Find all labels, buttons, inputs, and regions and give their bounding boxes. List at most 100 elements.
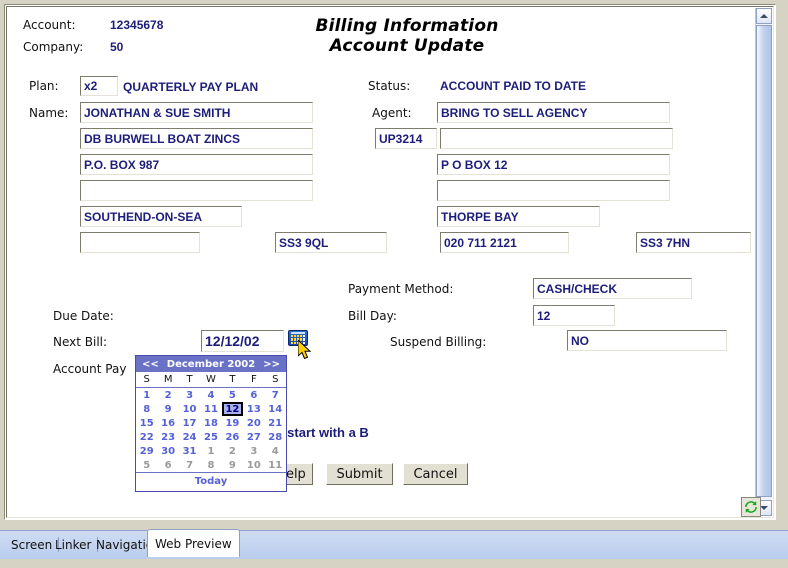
left-address-line-3-input[interactable] bbox=[80, 180, 313, 201]
name-label: Name: bbox=[29, 106, 69, 120]
status-value: ACCOUNT PAID TO DATE bbox=[440, 79, 586, 93]
calendar-day[interactable]: 13 bbox=[243, 402, 264, 416]
calendar-day[interactable]: 23 bbox=[157, 430, 178, 444]
calendar-week-row: 29 30 31 1 2 3 4 bbox=[136, 444, 286, 458]
calendar-day[interactable]: 2 bbox=[157, 388, 178, 403]
calendar-day[interactable]: 25 bbox=[200, 430, 221, 444]
calendar-day[interactable]: 8 bbox=[136, 402, 157, 416]
calendar-day[interactable]: 10 bbox=[179, 402, 200, 416]
calendar-day[interactable]: 24 bbox=[179, 430, 200, 444]
calendar-day[interactable]: 5 bbox=[136, 458, 157, 472]
right-postcode-value: SS3 7HN bbox=[640, 235, 691, 250]
calendar-day[interactable]: 15 bbox=[136, 416, 157, 430]
web-preview-pane: Account: 12345678 Company: 50 Billing In… bbox=[4, 4, 776, 520]
calendar-weekday-6: S bbox=[272, 373, 279, 385]
refresh-button[interactable] bbox=[741, 497, 761, 517]
tab-web-preview[interactable]: Web Preview bbox=[147, 529, 240, 557]
payment-method-input[interactable]: CASH/CHECK bbox=[533, 278, 692, 299]
cancel-button-label: Cancel bbox=[413, 466, 458, 482]
calendar-popup[interactable]: << December 2002 >> SMTWTFS 1 2 3 4 5 6 7 8 9 10 1… bbox=[135, 355, 287, 492]
bill-day-input[interactable]: 12 bbox=[533, 305, 615, 326]
plan-code-value: x2 bbox=[84, 79, 98, 93]
account-label: Account: bbox=[23, 18, 76, 32]
right-address-line-1-input[interactable] bbox=[440, 128, 673, 149]
calendar-day[interactable]: 14 bbox=[265, 402, 286, 416]
plan-description: QUARTERLY PAY PLAN bbox=[123, 80, 259, 94]
plan-code-input[interactable]: x2 bbox=[80, 76, 118, 96]
right-phone-input[interactable]: 020 711 2121 bbox=[440, 232, 569, 253]
calendar-day-rows: 1 2 3 4 5 6 7 8 9 10 11 12 13 14 15 16 17 18 19 20 21 22 23 24 2… bbox=[136, 388, 286, 473]
calendar-day[interactable]: 28 bbox=[265, 430, 286, 444]
right-address-line-2-input[interactable]: P O BOX 12 bbox=[437, 154, 670, 175]
suspend-billing-label: Suspend Billing: bbox=[390, 335, 487, 349]
calendar-grid: SMTWTFS 1 2 3 4 5 6 7 8 9 10 11 12 13 14 15 16 17 18 19 20 2… bbox=[136, 372, 286, 472]
right-address-line-2-value: P O BOX 12 bbox=[441, 157, 508, 172]
left-postcode-value: SS3 9QL bbox=[279, 235, 329, 250]
calendar-day[interactable]: 3 bbox=[243, 444, 264, 458]
name-input[interactable]: JONATHAN & SUE SMITH bbox=[80, 102, 313, 123]
mouse-cursor-icon bbox=[298, 340, 312, 360]
calendar-day[interactable]: 17 bbox=[179, 416, 200, 430]
cancel-button[interactable]: Cancel bbox=[403, 463, 468, 485]
calendar-day[interactable]: 18 bbox=[200, 416, 221, 430]
calendar-day[interactable]: 9 bbox=[222, 458, 243, 472]
calendar-next-month-button[interactable]: >> bbox=[263, 359, 280, 370]
right-postcode-input[interactable]: SS3 7HN bbox=[636, 232, 751, 253]
agent-code-input[interactable]: UP3214 bbox=[375, 128, 437, 149]
due-date-label: Due Date: bbox=[53, 309, 114, 323]
tab-web-preview-label: Web Preview bbox=[155, 536, 232, 551]
calendar-day[interactable]: 29 bbox=[136, 444, 157, 458]
calendar-day[interactable]: 1 bbox=[200, 444, 221, 458]
calendar-day[interactable]: 16 bbox=[157, 416, 178, 430]
left-county-input[interactable] bbox=[80, 232, 200, 253]
calendar-day[interactable]: 7 bbox=[179, 458, 200, 472]
calendar-weekday-row: SMTWTFS bbox=[136, 372, 286, 388]
calendar-prev-month-button[interactable]: << bbox=[142, 359, 159, 370]
calendar-day[interactable]: 4 bbox=[200, 388, 221, 403]
calendar-day[interactable]: 9 bbox=[157, 402, 178, 416]
calendar-day[interactable]: 2 bbox=[222, 444, 243, 458]
left-postcode-input[interactable]: SS3 9QL bbox=[275, 232, 387, 253]
calendar-week-row: 1234567 bbox=[136, 388, 286, 403]
calendar-day[interactable]: 10 bbox=[243, 458, 264, 472]
right-address-line-3-input[interactable] bbox=[437, 180, 670, 201]
calendar-day[interactable]: 20 bbox=[243, 416, 264, 430]
calendar-day[interactable]: 26 bbox=[222, 430, 243, 444]
calendar-today-button[interactable]: Today bbox=[136, 472, 286, 491]
calendar-day[interactable]: 6 bbox=[243, 388, 264, 403]
calendar-day[interactable]: 5 bbox=[222, 388, 243, 403]
submit-button[interactable]: Submit bbox=[326, 463, 393, 485]
calendar-day[interactable]: 30 bbox=[157, 444, 178, 458]
calendar-weekday-1: M bbox=[163, 373, 173, 385]
calendar-day[interactable]: 1 bbox=[136, 388, 157, 403]
agent-input[interactable]: BRING TO SELL AGENCY bbox=[437, 102, 670, 123]
scrollbar-thumb[interactable] bbox=[756, 25, 772, 497]
calendar-day[interactable]: 6 bbox=[157, 458, 178, 472]
calendar-day[interactable]: 7 bbox=[265, 388, 286, 403]
calendar-day-selected[interactable]: 12 bbox=[221, 402, 244, 416]
bill-day-label: Bill Day: bbox=[348, 309, 397, 323]
next-bill-input[interactable]: 12/12/02 bbox=[201, 330, 284, 352]
left-address-line-2-input[interactable]: P.O. BOX 987 bbox=[80, 154, 313, 175]
left-city-input[interactable]: SOUTHEND-ON-SEA bbox=[80, 206, 242, 227]
calendar-day[interactable]: 11 bbox=[200, 402, 221, 416]
scroll-up-arrow-icon bbox=[760, 14, 768, 18]
calendar-day[interactable]: 22 bbox=[136, 430, 157, 444]
calendar-day[interactable]: 21 bbox=[265, 416, 286, 430]
calendar-day[interactable]: 19 bbox=[222, 416, 243, 430]
suspend-billing-value: NO bbox=[571, 333, 589, 348]
calendar-day[interactable]: 27 bbox=[243, 430, 264, 444]
scroll-up-button[interactable] bbox=[756, 8, 772, 24]
vertical-scrollbar[interactable] bbox=[755, 8, 772, 516]
calendar-day[interactable]: 31 bbox=[179, 444, 200, 458]
left-address-line-1-input[interactable]: DB BURWELL BOAT ZINCS bbox=[80, 128, 313, 149]
suspend-billing-input[interactable]: NO bbox=[567, 330, 727, 351]
calendar-day[interactable]: 8 bbox=[200, 458, 221, 472]
next-bill-label: Next Bill: bbox=[53, 335, 108, 349]
calendar-day[interactable]: 11 bbox=[265, 458, 286, 472]
calendar-day[interactable]: 3 bbox=[179, 388, 200, 403]
calendar-day[interactable]: 4 bbox=[265, 444, 286, 458]
page-title-line2: Account Update bbox=[329, 36, 485, 56]
page-title: Billing Information Account Update bbox=[237, 16, 577, 56]
right-city-input[interactable]: THORPE BAY bbox=[437, 206, 600, 227]
